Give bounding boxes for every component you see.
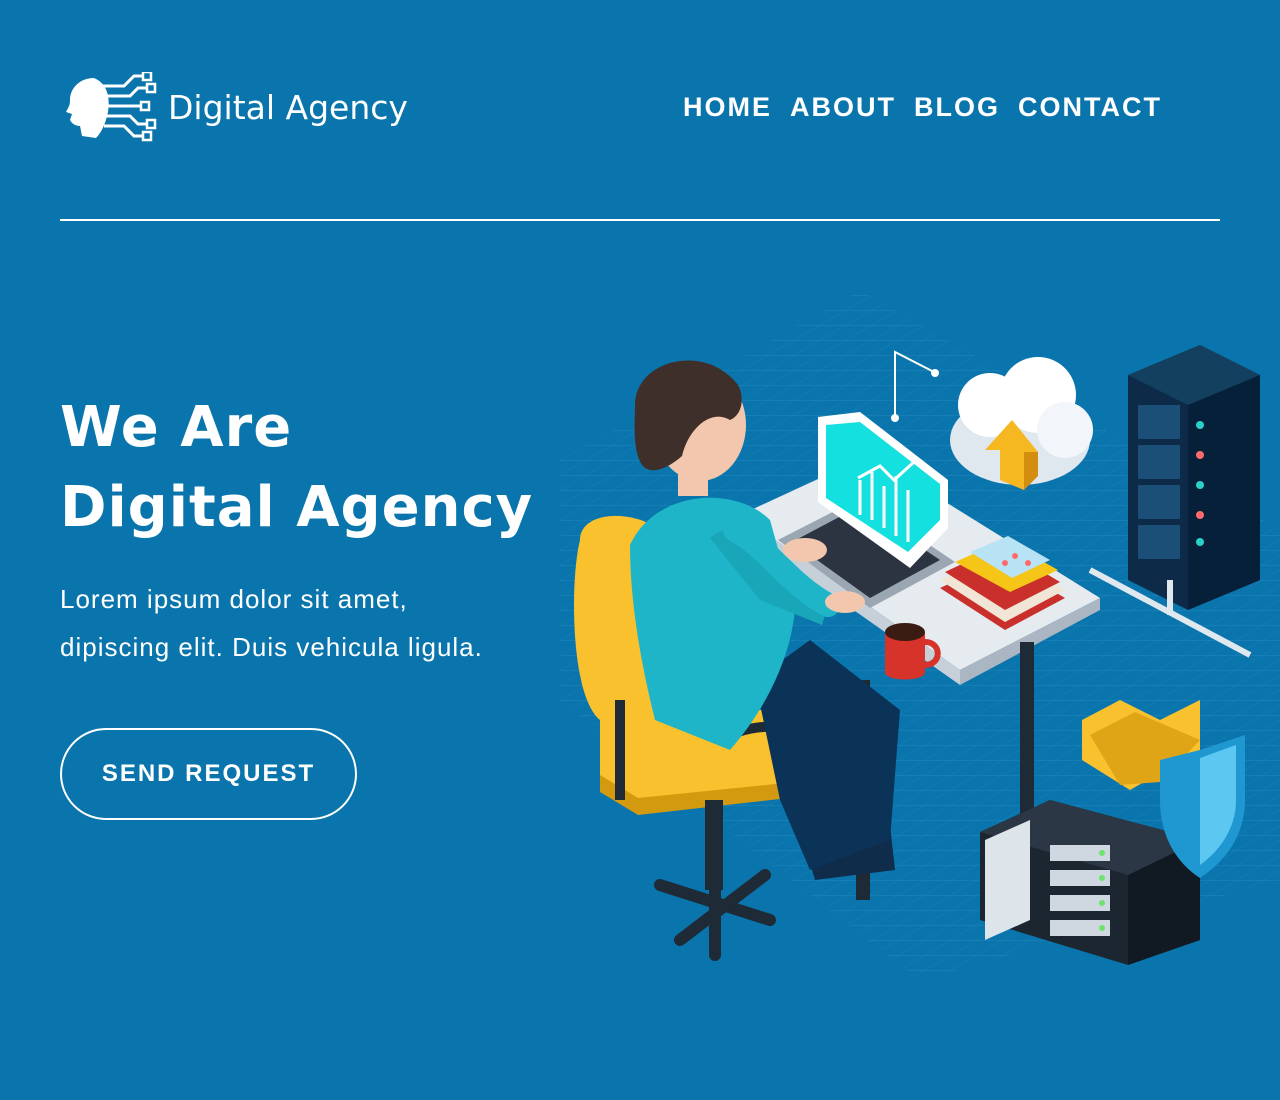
brand-name: Digital Agency (168, 87, 408, 127)
hero-text-line-2: dipiscing elit. Duis vehicula ligula. (60, 632, 483, 662)
hero-title-line-1: We Are (60, 395, 293, 460)
nav-about[interactable]: ABOUT (790, 92, 896, 123)
site-header: Digital Agency HOME ABOUT BLOG CONTACT (0, 0, 1280, 220)
header-divider (60, 219, 1220, 221)
hero-description: Lorem ipsum dolor sit amet, dipiscing el… (60, 575, 580, 671)
nav-blog[interactable]: BLOG (914, 92, 1000, 123)
hero-title: We Are Digital Agency (60, 388, 533, 548)
nav-home[interactable]: HOME (683, 92, 772, 123)
main-nav: HOME ABOUT BLOG CONTACT (683, 92, 1162, 123)
nav-contact[interactable]: CONTACT (1018, 92, 1162, 123)
hero-text-line-1: Lorem ipsum dolor sit amet, (60, 584, 408, 614)
ai-head-circuit-icon (66, 72, 157, 142)
workspace-illustration (560, 290, 1280, 980)
hero-title-line-2: Digital Agency (60, 475, 534, 540)
brand-logo[interactable]: Digital Agency (64, 72, 408, 144)
send-request-button[interactable]: SEND REQUEST (60, 728, 357, 820)
